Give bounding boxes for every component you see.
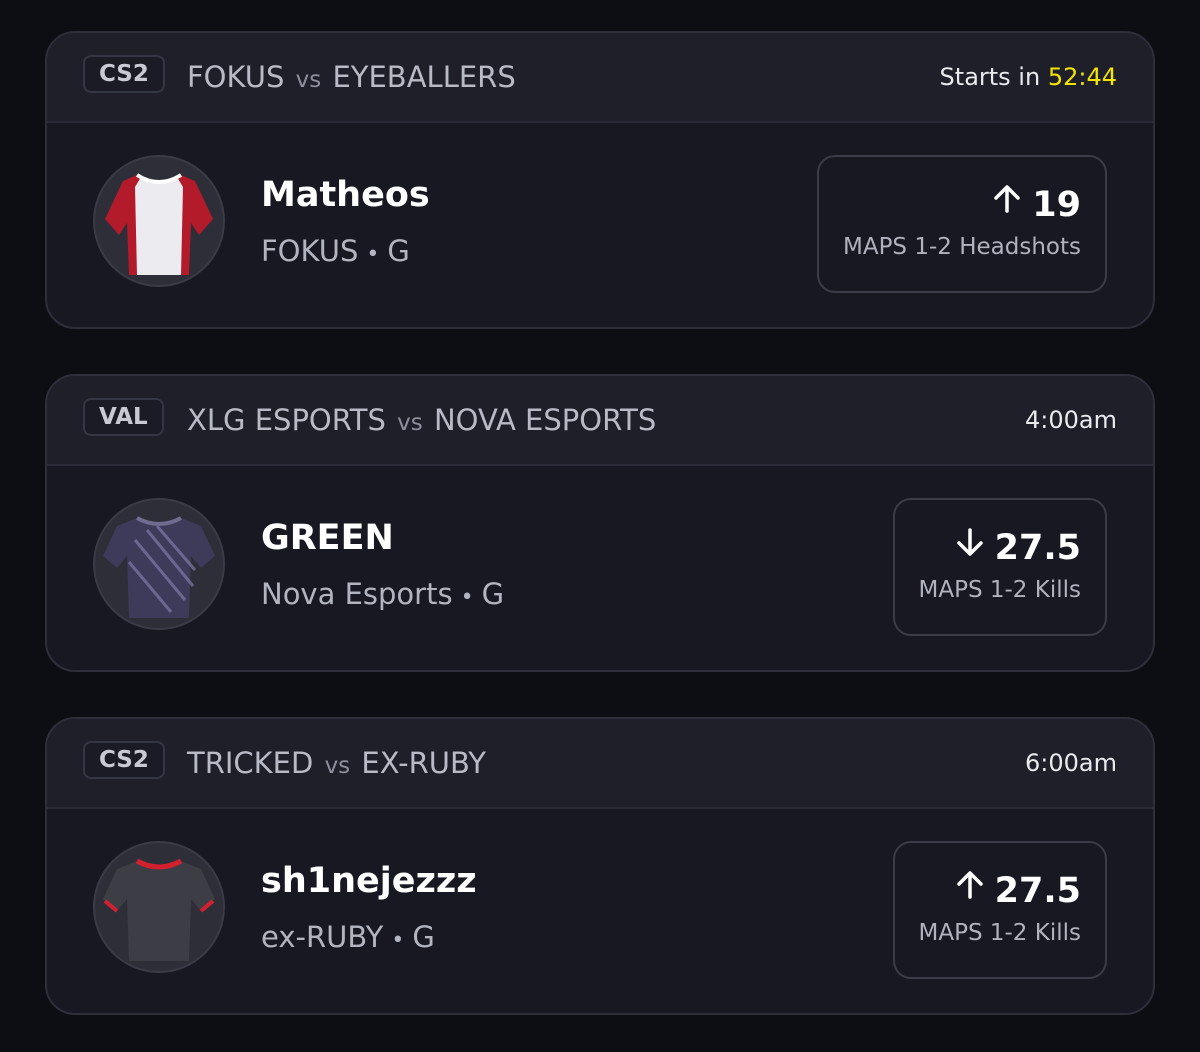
matchup: FOKUS vs EYEBALLERS [187, 59, 516, 98]
projection-line-button[interactable]: 27.5 MAPS 1-2 Kills [892, 841, 1107, 979]
player-avatar [93, 498, 225, 630]
separator-dot: • [460, 585, 474, 610]
vs-label: vs [397, 410, 423, 436]
separator-dot: • [366, 242, 380, 267]
starts-in-label: Starts in [939, 63, 1041, 91]
vs-label: vs [324, 753, 351, 779]
matchup: XLG ESPORTS vs NOVA ESPORTS [187, 402, 656, 441]
jersey-icon [105, 173, 213, 275]
line-value-row: 27.5 [919, 526, 1081, 571]
projection-line-button[interactable]: 27.5 MAPS 1-2 Kills [892, 498, 1107, 636]
match-start-time: Starts in 52:44 [940, 59, 1117, 95]
line-value: 27.5 [994, 528, 1081, 568]
card-header: VAL XLG ESPORTS vs NOVA ESPORTS 4:00am [47, 376, 1153, 466]
game-badge: CS2 [83, 55, 165, 93]
player-avatar [93, 155, 225, 287]
team-a-name: XLG ESPORTS [187, 403, 386, 437]
player-team: Nova Esports [261, 577, 453, 611]
player-position: G [412, 920, 435, 954]
player-team-position: FOKUS • G [261, 231, 410, 275]
player-team-position: ex-RUBY • G [261, 917, 435, 961]
player-name: sh1nejezzz [261, 861, 477, 901]
player-team-position: Nova Esports • G [261, 574, 504, 618]
player-position: G [481, 577, 505, 611]
pick-card[interactable]: VAL XLG ESPORTS vs NOVA ESPORTS 4:00am G… [45, 374, 1155, 672]
arrow-down-icon [955, 524, 985, 568]
line-value-row: 27.5 [919, 869, 1081, 914]
line-value-row: 19 [843, 183, 1081, 228]
player-name: Matheos [261, 175, 430, 215]
countdown: 52:44 [1047, 63, 1117, 91]
team-a-name: TRICKED [187, 746, 314, 780]
jersey-icon [103, 516, 215, 618]
pick-card[interactable]: CS2 FOKUS vs EYEBALLERS Starts in 52:44 … [45, 31, 1155, 329]
vs-label: vs [295, 67, 322, 93]
arrow-up-icon [992, 181, 1022, 225]
player-team: ex-RUBY [261, 920, 384, 954]
team-a-name: FOKUS [187, 60, 285, 94]
pick-card[interactable]: CS2 TRICKED vs EX-RUBY 6:00am sh1nejezzz… [45, 717, 1155, 1015]
separator-dot: • [391, 928, 405, 953]
stat-label: MAPS 1-2 Kills [918, 920, 1081, 946]
match-start-time: 4:00am [1025, 406, 1117, 434]
player-name: GREEN [261, 518, 394, 558]
player-position: G [387, 234, 410, 268]
match-start-time: 6:00am [1025, 749, 1117, 777]
card-header: CS2 TRICKED vs EX-RUBY 6:00am [47, 719, 1153, 809]
arrow-up-icon [955, 867, 985, 911]
team-b-name: NOVA ESPORTS [433, 403, 657, 437]
stat-label: MAPS 1-2 Headshots [842, 234, 1081, 260]
card-header: CS2 FOKUS vs EYEBALLERS Starts in 52:44 [47, 33, 1153, 123]
line-value: 27.5 [994, 871, 1081, 911]
stat-label: MAPS 1-2 Kills [918, 577, 1081, 603]
game-badge: VAL [83, 398, 164, 436]
line-value: 19 [1032, 185, 1081, 225]
player-team: FOKUS [261, 234, 359, 268]
game-badge: CS2 [83, 741, 165, 779]
team-b-name: EYEBALLERS [332, 60, 516, 94]
player-avatar [93, 841, 225, 973]
team-b-name: EX-RUBY [361, 746, 486, 780]
jersey-icon [103, 858, 215, 961]
projection-line-button[interactable]: 19 MAPS 1-2 Headshots [816, 155, 1107, 293]
matchup: TRICKED vs EX-RUBY [187, 745, 486, 784]
